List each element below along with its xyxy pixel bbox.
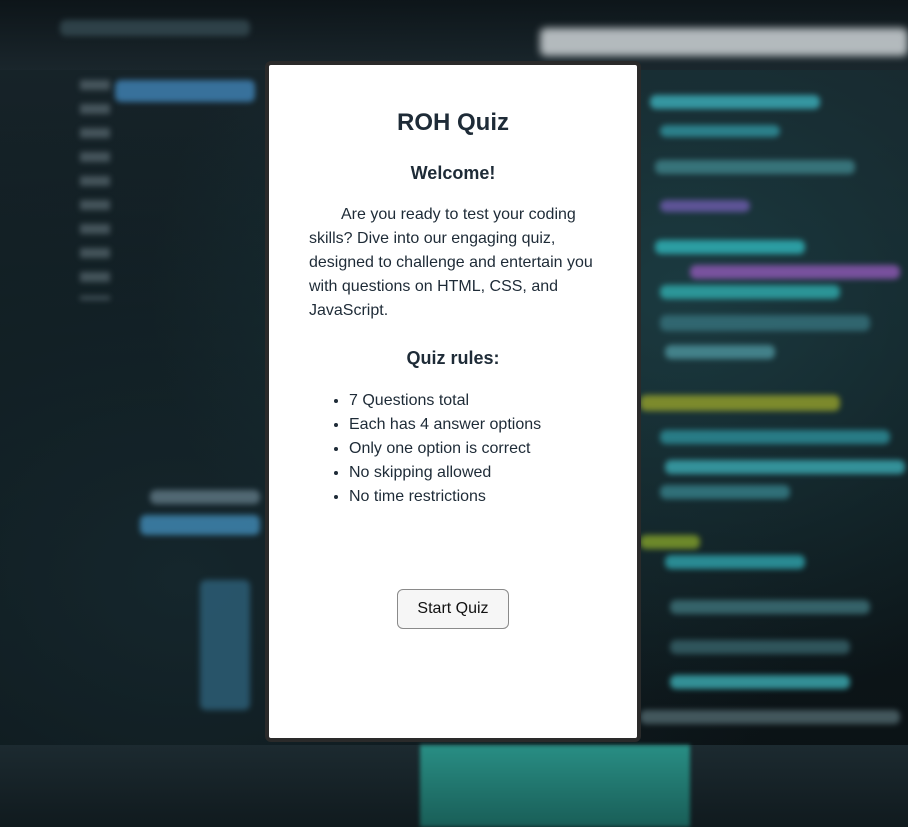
background-code-line — [200, 580, 250, 710]
background-code-line — [655, 160, 855, 174]
background-code-line — [670, 600, 870, 614]
rules-list: 7 Questions total Each has 4 answer opti… — [309, 389, 597, 509]
background-code-line — [690, 265, 900, 279]
background-code-line — [665, 555, 805, 569]
background-code-line — [140, 515, 260, 535]
quiz-card: ROH Quiz Welcome! Are you ready to test … — [265, 61, 641, 742]
background-code-line — [660, 430, 890, 444]
quiz-card-content: ROH Quiz Welcome! Are you ready to test … — [269, 105, 637, 509]
background-code-line — [665, 460, 905, 474]
quiz-title: ROH Quiz — [397, 109, 509, 136]
background-teal-band — [420, 745, 690, 827]
background-code-line — [60, 20, 250, 36]
background-code-line — [660, 200, 750, 212]
background-code-line — [670, 640, 850, 654]
background-gutter — [80, 80, 110, 300]
rule-item: Only one option is correct — [349, 437, 597, 461]
rule-item: 7 Questions total — [349, 389, 597, 413]
background-code-line — [660, 485, 790, 499]
start-quiz-button[interactable]: Start Quiz — [397, 589, 509, 629]
intro-text: Are you ready to test your coding skills… — [309, 206, 593, 319]
start-button-container: Start Quiz — [269, 589, 637, 629]
background-code-line — [660, 125, 780, 137]
background-code-line — [640, 535, 700, 549]
rule-item: No skipping allowed — [349, 461, 597, 485]
rule-item: No time restrictions — [349, 485, 597, 509]
background-code-line — [115, 80, 255, 102]
background-code-line — [670, 675, 850, 689]
background-code-line — [150, 490, 260, 504]
rules-heading: Quiz rules: — [406, 348, 500, 368]
background-code-line — [640, 395, 840, 411]
rule-item: Each has 4 answer options — [349, 413, 597, 437]
background-code-line — [665, 345, 775, 359]
background-code-line — [650, 95, 820, 109]
background-code-line — [660, 285, 840, 299]
background-blur-bar — [540, 28, 908, 56]
background-code-line — [660, 315, 870, 331]
background-code-line — [655, 240, 805, 254]
welcome-heading: Welcome! — [410, 163, 496, 183]
background-code-line — [640, 710, 900, 724]
